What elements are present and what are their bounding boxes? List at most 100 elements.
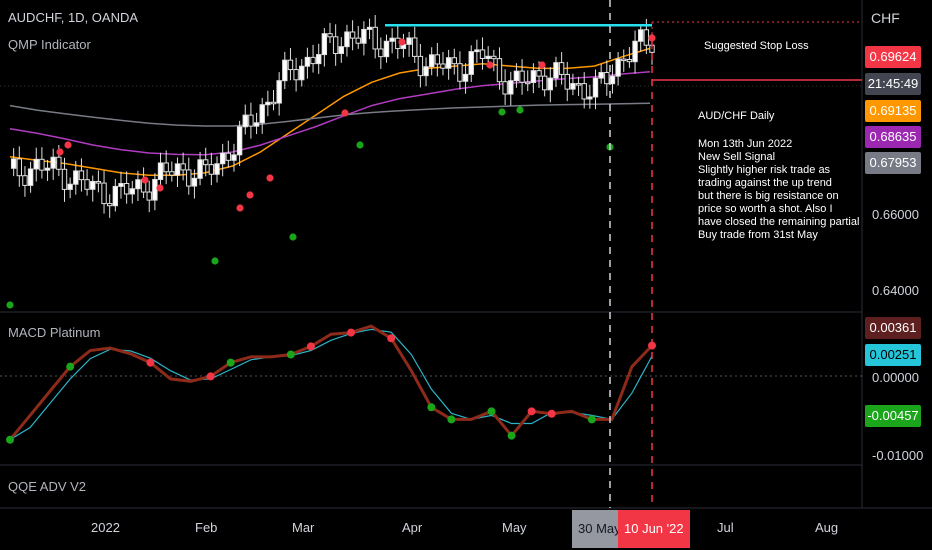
macd-signal-dot — [306, 342, 315, 351]
macd-line — [8, 324, 654, 441]
time-label-feb: Feb — [195, 520, 218, 535]
candle-body — [440, 63, 446, 69]
candle-body — [445, 57, 452, 69]
price-box-ma50: 0.69135 — [865, 100, 921, 122]
candle-body — [146, 191, 152, 201]
macd-signal-dot — [507, 431, 516, 440]
candle-body — [406, 37, 412, 45]
price-tick-064: 0.64000 — [872, 283, 919, 298]
signal-dot — [236, 204, 244, 212]
time-highlight-10jun: 10 Jun '22 — [618, 510, 690, 548]
candle-body — [56, 156, 62, 170]
candle-body — [536, 70, 542, 77]
price-tick-066: 0.66000 — [872, 207, 919, 222]
qqe-label[interactable]: QQE ADV V2 — [8, 479, 86, 494]
macd-signal-dot — [146, 358, 155, 367]
candle-body — [214, 163, 220, 175]
signal-dot — [6, 301, 14, 309]
signal-dot — [211, 257, 219, 265]
time-label-may: May — [502, 520, 527, 535]
macd-label[interactable]: MACD Platinum — [8, 325, 100, 340]
candle-body — [276, 80, 282, 104]
candle-body — [372, 26, 378, 50]
signal-dot — [341, 109, 349, 117]
candle-body — [180, 163, 186, 171]
candle-body — [22, 175, 28, 186]
time-label-jul: Jul — [717, 520, 734, 535]
candle-body — [27, 168, 34, 186]
candle-body — [90, 181, 96, 190]
candle-body — [95, 181, 102, 184]
macd-signal-dot — [447, 415, 456, 424]
macd-signal-dot — [347, 328, 356, 337]
candle-body — [570, 83, 576, 90]
candle-body — [242, 114, 248, 128]
candle-body — [592, 77, 599, 98]
candle-body — [231, 154, 237, 161]
signal-dot — [141, 176, 149, 184]
candle-body — [609, 75, 616, 85]
candle-body — [389, 37, 395, 42]
time-label-aug: Aug — [815, 520, 839, 535]
candle-body — [39, 158, 45, 171]
candle-body — [638, 29, 644, 42]
candle-body — [558, 62, 565, 75]
candle-body — [417, 55, 424, 77]
candle-body — [434, 54, 441, 65]
candle-body — [321, 33, 328, 56]
candle-body — [282, 59, 288, 82]
symbol-title[interactable]: AUDCHF, 1D, OANDA — [8, 10, 138, 25]
candle-body — [67, 183, 73, 190]
macd-pane — [6, 324, 656, 444]
candle-body — [225, 152, 232, 161]
candle-body — [564, 73, 570, 90]
signal-dot — [516, 106, 524, 114]
ma200-line — [9, 102, 651, 127]
candle-body — [626, 59, 633, 63]
macd-signal-dot — [6, 435, 14, 444]
candle-body — [208, 164, 215, 175]
candle-body — [10, 158, 17, 169]
candle-body — [219, 152, 226, 165]
candle-body — [259, 104, 265, 124]
macd-signal-dot — [487, 407, 496, 416]
macd-tick-neg: -0.01000 — [872, 448, 924, 463]
signal-dot — [538, 61, 546, 69]
candle-body — [496, 58, 503, 83]
candle-body — [332, 36, 339, 54]
candle-body — [632, 40, 638, 63]
candle-body — [118, 183, 124, 187]
candle-body — [163, 162, 169, 173]
candle-body — [604, 72, 610, 85]
macd-signal-line — [9, 328, 653, 441]
signal-dot — [398, 38, 406, 46]
candle-body — [378, 48, 384, 58]
candle-body — [287, 59, 294, 71]
signal-dot — [289, 233, 297, 241]
candle-body — [304, 56, 311, 67]
candle-body — [502, 81, 508, 95]
note-body: Mon 13th Jun 2022 New Sell Signal Slight… — [698, 138, 860, 241]
candle-body — [468, 51, 474, 75]
candle-body — [203, 159, 209, 166]
candle-body — [615, 58, 621, 77]
candle-body — [191, 177, 198, 187]
candle-body — [236, 126, 243, 156]
macd-box-1: 0.00361 — [865, 317, 921, 339]
price-box-ma100: 0.68635 — [865, 126, 921, 148]
signal-dot — [266, 174, 274, 182]
macd-tick-zero: 0.00000 — [872, 370, 919, 385]
candle-body — [44, 167, 51, 171]
qmp-indicator-label[interactable]: QMP Indicator — [8, 37, 91, 52]
macd-signal-dot — [286, 350, 295, 359]
candle-body — [169, 171, 175, 176]
candle-body — [197, 159, 203, 179]
candle-body — [174, 163, 181, 176]
candle-body — [451, 57, 457, 65]
stop-loss-annotation: Suggested Stop Loss — [704, 40, 809, 52]
candle-body — [513, 70, 520, 82]
candle-body — [366, 26, 373, 30]
macd-signal-dot — [547, 409, 556, 418]
candle-body — [485, 55, 491, 59]
candle-body — [112, 185, 119, 207]
